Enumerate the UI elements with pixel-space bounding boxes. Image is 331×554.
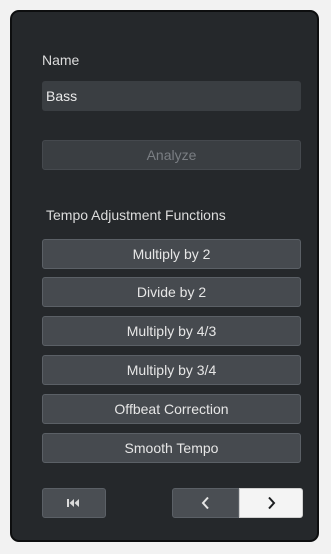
divide-by-2-button[interactable]: Divide by 2 <box>42 277 301 307</box>
offbeat-correction-button[interactable]: Offbeat Correction <box>42 394 301 424</box>
previous-button[interactable] <box>172 488 239 518</box>
multiply-by-2-button[interactable]: Multiply by 2 <box>42 239 301 269</box>
next-button[interactable] <box>239 488 303 518</box>
multiply-by-3-4-button[interactable]: Multiply by 3/4 <box>42 355 301 385</box>
skip-to-start-icon <box>67 499 79 507</box>
skip-to-start-button[interactable] <box>42 488 106 518</box>
multiply-by-4-3-button[interactable]: Multiply by 4/3 <box>42 316 301 346</box>
tempo-panel: Name Bass Analyze Tempo Adjustment Funct… <box>10 10 319 542</box>
smooth-tempo-button[interactable]: Smooth Tempo <box>42 433 301 463</box>
chevron-right-icon <box>268 496 276 510</box>
analyze-button[interactable]: Analyze <box>42 140 301 170</box>
chevron-left-icon <box>201 496 209 510</box>
tempo-functions-heading: Tempo Adjustment Functions <box>46 207 226 223</box>
name-label: Name <box>42 52 80 68</box>
name-field[interactable]: Bass <box>42 81 301 111</box>
